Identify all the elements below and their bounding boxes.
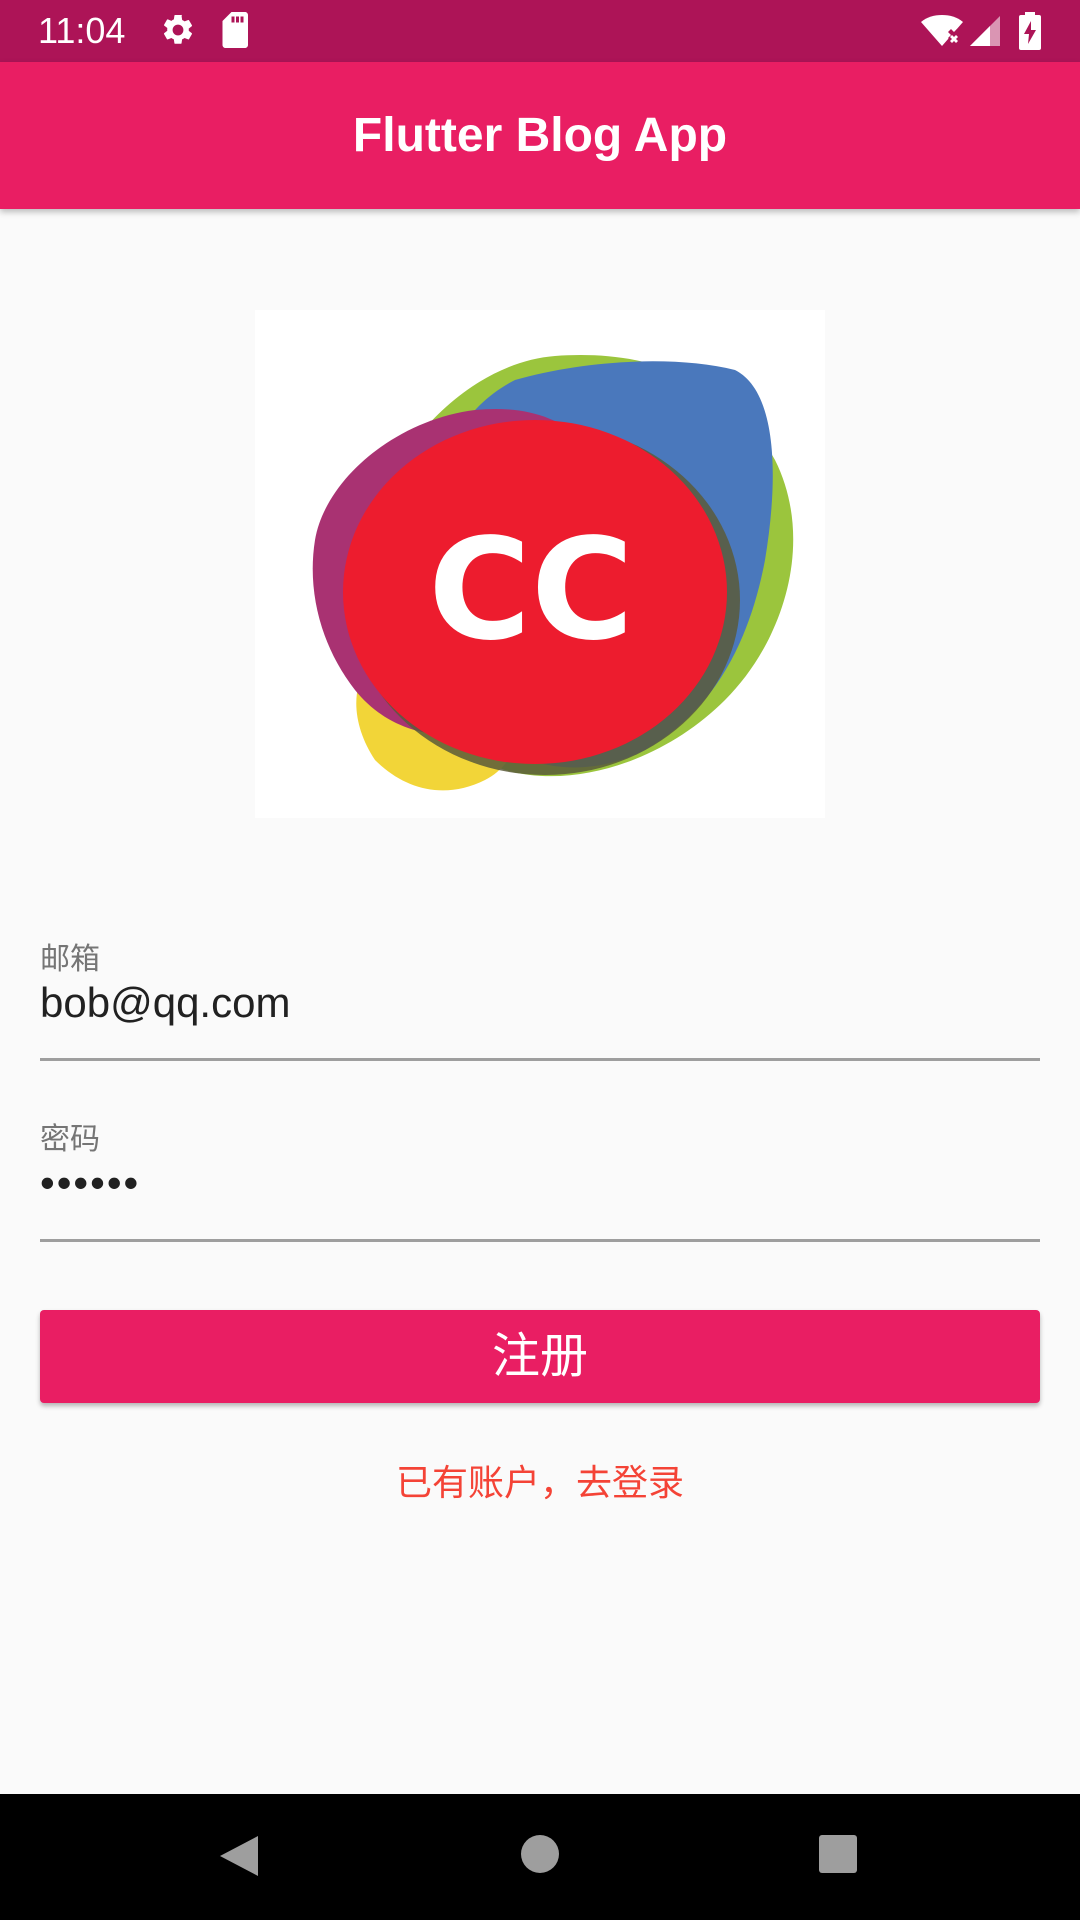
email-input[interactable]: bob@qq.com — [40, 978, 290, 1028]
register-button[interactable]: 注册 — [40, 1310, 1040, 1403]
app-bar: Flutter Blog App — [0, 62, 1080, 209]
password-label: 密码 — [40, 1122, 100, 1157]
battery-charging-icon — [1018, 12, 1042, 54]
wifi-off-icon — [920, 14, 964, 52]
back-icon[interactable] — [216, 1824, 260, 1892]
password-underline — [40, 1239, 1040, 1242]
register-screen: 11:04 Flutter Blog App CC 邮箱 bob@qq.com … — [0, 0, 1080, 1920]
password-field[interactable]: 密码 •••••• — [40, 1120, 1040, 1245]
recents-icon[interactable] — [816, 1832, 860, 1880]
signal-icon — [968, 14, 1002, 52]
home-icon[interactable] — [518, 1832, 562, 1880]
email-field[interactable]: 邮箱 bob@qq.com — [40, 940, 1040, 1065]
email-label: 邮箱 — [40, 942, 100, 977]
status-time: 11:04 — [38, 10, 126, 51]
email-underline — [40, 1058, 1040, 1061]
password-input[interactable]: •••••• — [40, 1158, 140, 1208]
app-logo: CC — [255, 310, 825, 818]
go-to-login-link[interactable]: 已有账户，去登录 — [0, 1460, 1080, 1508]
sd-card-icon — [220, 12, 252, 52]
logo-text: CC — [428, 509, 634, 672]
navigation-bar — [0, 1794, 1080, 1920]
app-title: Flutter Blog App — [352, 109, 728, 162]
status-bar: 11:04 — [0, 0, 1080, 62]
gear-icon — [160, 12, 196, 52]
